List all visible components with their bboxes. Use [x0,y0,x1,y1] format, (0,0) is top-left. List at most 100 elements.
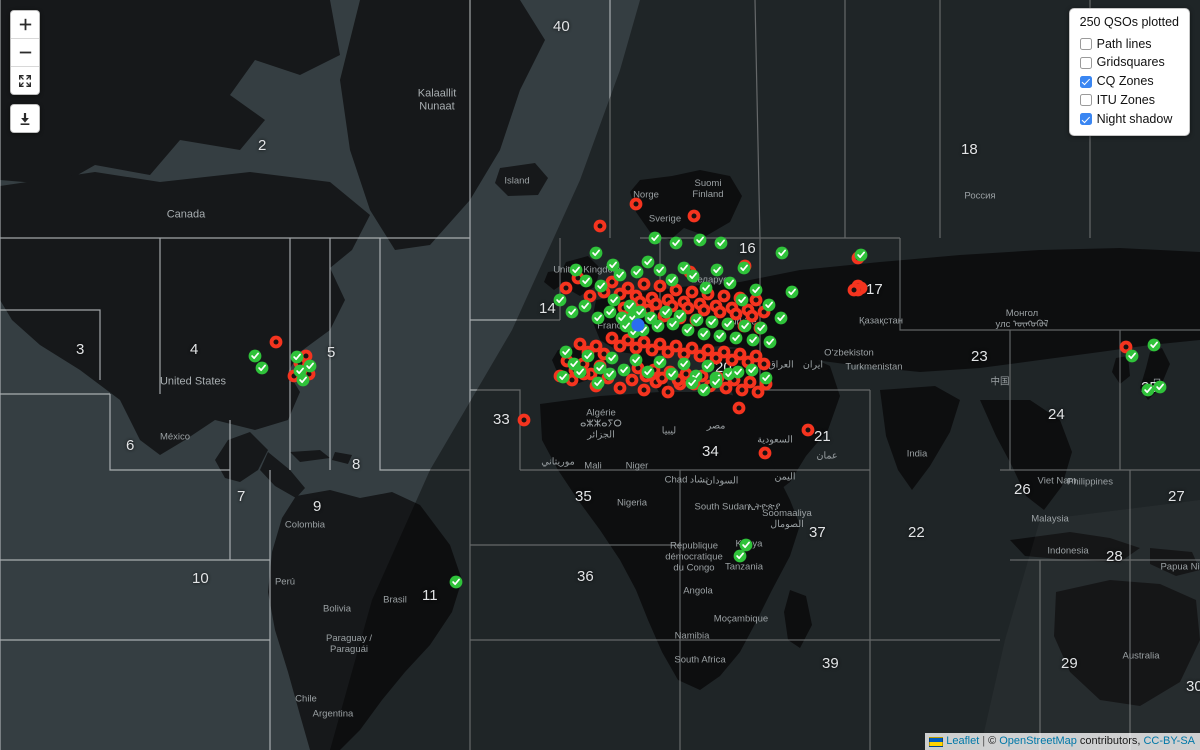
qso-marker-unconfirmed[interactable] [269,335,283,349]
qso-marker-confirmed[interactable] [1141,383,1155,397]
fit-bounds-button[interactable] [11,66,39,94]
qso-marker-confirmed[interactable] [630,265,644,279]
qso-marker-confirmed[interactable] [641,365,655,379]
qso-marker-confirmed[interactable] [723,276,737,290]
qso-marker-unconfirmed[interactable] [593,219,607,233]
qso-marker-confirmed[interactable] [594,279,608,293]
qso-marker-confirmed[interactable] [659,305,673,319]
qso-marker-unconfirmed[interactable] [629,197,643,211]
qso-marker-confirmed[interactable] [681,323,695,337]
qso-marker-confirmed[interactable] [591,311,605,325]
osm-link[interactable]: OpenStreetMap [999,734,1077,749]
download-control-group[interactable] [10,104,40,133]
leaflet-link[interactable]: Leaflet [946,734,979,749]
qso-marker-unconfirmed[interactable] [757,357,771,371]
qso-marker-confirmed[interactable] [653,355,667,369]
qso-marker-confirmed[interactable] [854,248,868,262]
qso-marker-confirmed[interactable] [710,263,724,277]
license-link[interactable]: CC-BY-SA [1143,734,1195,749]
qso-marker-confirmed[interactable] [693,233,707,247]
qso-marker-unconfirmed[interactable] [649,297,663,311]
qso-marker-confirmed[interactable] [556,370,570,384]
qso-marker-confirmed[interactable] [775,246,789,260]
layer-toggle-night-shadow[interactable]: Night shadow [1079,110,1179,129]
map-controls[interactable] [10,10,40,133]
qso-marker-unconfirmed[interactable] [847,283,861,297]
download-button[interactable] [11,105,39,132]
qso-marker-confirmed[interactable] [605,351,619,365]
qso-marker-unconfirmed[interactable] [717,289,731,303]
qso-marker-confirmed[interactable] [763,335,777,349]
qso-marker-layer[interactable] [0,0,1200,750]
qso-marker-confirmed[interactable] [701,359,715,373]
qso-marker-unconfirmed[interactable] [729,307,743,321]
qso-marker-confirmed[interactable] [617,363,631,377]
qso-marker-confirmed[interactable] [578,299,592,313]
layer-toggle-path-lines[interactable]: Path lines [1079,35,1179,54]
zoom-control-group[interactable] [10,10,40,95]
qso-marker-confirmed[interactable] [565,305,579,319]
qso-marker-unconfirmed[interactable] [732,401,746,415]
qso-marker-confirmed[interactable] [641,255,655,269]
layer-toggle-list[interactable]: Path lines Gridsquares CQ Zones ITU Zones Ni… [1079,35,1179,129]
layer-toggle-cq-zones[interactable]: CQ Zones [1079,72,1179,91]
home-station-marker[interactable] [631,318,645,332]
qso-marker-confirmed[interactable] [591,376,605,390]
qso-marker-unconfirmed[interactable] [687,209,701,223]
qso-marker-unconfirmed[interactable] [685,285,699,299]
qso-marker-confirmed[interactable] [296,373,310,387]
checkbox-night-shadow[interactable] [1079,113,1092,125]
qso-marker-unconfirmed[interactable] [613,381,627,395]
qso-marker-unconfirmed[interactable] [637,383,651,397]
qso-marker-confirmed[interactable] [248,349,262,363]
qso-marker-confirmed[interactable] [721,317,735,331]
layer-control-panel[interactable]: 250 QSOs plotted Path lines Gridsquares CQ… [1068,8,1190,137]
qso-marker-confirmed[interactable] [669,236,683,250]
qso-marker-confirmed[interactable] [633,305,647,319]
qso-marker-confirmed[interactable] [759,371,773,385]
qso-marker-confirmed[interactable] [665,367,679,381]
qso-marker-unconfirmed[interactable] [743,375,757,389]
qso-marker-confirmed[interactable] [705,315,719,329]
qso-marker-confirmed[interactable] [569,263,583,277]
qso-marker-confirmed[interactable] [553,293,567,307]
qso-marker-confirmed[interactable] [673,309,687,323]
qso-marker-confirmed[interactable] [785,285,799,299]
qso-marker-confirmed[interactable] [737,261,751,275]
checkbox-path-lines[interactable] [1079,38,1092,50]
checkbox-cq-zones[interactable] [1079,75,1092,88]
qso-marker-unconfirmed[interactable] [653,279,667,293]
qso-marker-confirmed[interactable] [729,331,743,345]
qso-marker-unconfirmed[interactable] [661,385,675,399]
qso-marker-confirmed[interactable] [589,246,603,260]
qso-marker-confirmed[interactable] [714,236,728,250]
qso-marker-confirmed[interactable] [1153,380,1167,394]
qso-marker-confirmed[interactable] [738,319,752,333]
qso-marker-confirmed[interactable] [686,269,700,283]
map-container[interactable]: Kalaallit Nunaat Island Canada Norge Suomi F… [0,0,1200,750]
qso-marker-confirmed[interactable] [731,365,745,379]
qso-marker-confirmed[interactable] [745,363,759,377]
qso-marker-confirmed[interactable] [697,383,711,397]
qso-marker-unconfirmed[interactable] [559,281,573,295]
qso-marker-confirmed[interactable] [685,376,699,390]
qso-marker-confirmed[interactable] [653,263,667,277]
qso-marker-confirmed[interactable] [749,283,763,297]
qso-marker-confirmed[interactable] [713,329,727,343]
qso-marker-confirmed[interactable] [449,575,463,589]
qso-marker-confirmed[interactable] [303,359,317,373]
qso-marker-confirmed[interactable] [1147,338,1161,352]
qso-marker-unconfirmed[interactable] [801,423,815,437]
qso-marker-confirmed[interactable] [735,293,749,307]
layer-toggle-gridsquares[interactable]: Gridsquares [1079,53,1179,72]
qso-marker-confirmed[interactable] [699,281,713,295]
qso-marker-confirmed[interactable] [733,549,747,563]
qso-marker-confirmed[interactable] [677,357,691,371]
qso-marker-unconfirmed[interactable] [713,305,727,319]
qso-marker-confirmed[interactable] [754,321,768,335]
qso-marker-confirmed[interactable] [762,298,776,312]
layer-toggle-itu-zones[interactable]: ITU Zones [1079,91,1179,110]
qso-marker-confirmed[interactable] [581,349,595,363]
qso-marker-confirmed[interactable] [629,353,643,367]
qso-marker-confirmed[interactable] [603,305,617,319]
